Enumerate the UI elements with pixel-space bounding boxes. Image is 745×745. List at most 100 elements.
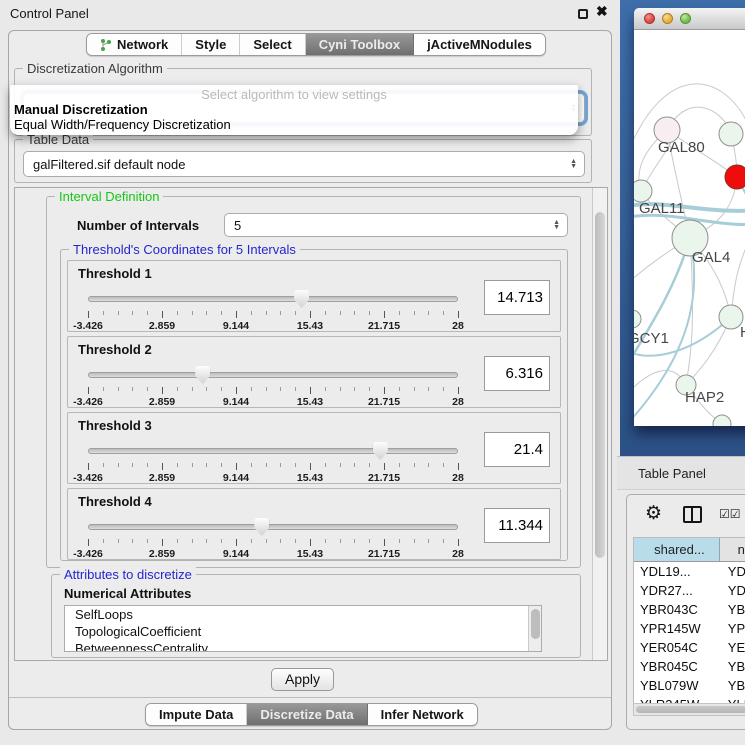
apply-button[interactable]: Apply	[271, 668, 334, 691]
slider-track[interactable]	[88, 448, 458, 454]
tick-mark	[132, 539, 133, 543]
number-of-intervals-select[interactable]: 5 ▲▼	[224, 213, 568, 237]
slider-thumb[interactable]	[254, 518, 269, 536]
tick-label: 21.715	[368, 396, 400, 408]
column-header-name[interactable]: na	[720, 538, 745, 561]
slider-track[interactable]	[88, 524, 458, 530]
network-canvas[interactable]: GAL80GACGAL11GAL4GCY1HHAP2	[634, 30, 745, 426]
numerical-attributes-label: Numerical Attributes	[64, 586, 191, 601]
attribute-item-betweennesscentrality[interactable]: BetweennessCentrality	[65, 640, 541, 652]
tick-mark	[354, 311, 355, 315]
network-node-label: GAL80	[658, 139, 705, 156]
float-window-icon[interactable]	[578, 9, 588, 19]
node-table[interactable]: shared... na YDL19...YDL1YDR27...YDR2YBR…	[633, 537, 745, 715]
attribute-item-topologicalcoefficient[interactable]: TopologicalCoefficient	[65, 623, 541, 640]
tab-style[interactable]: Style	[182, 34, 240, 55]
tick-mark	[340, 387, 341, 391]
table-row[interactable]: YBL079WYBL0	[634, 676, 745, 695]
slider-track[interactable]	[88, 372, 458, 378]
algorithm-option-equal-width[interactable]: Equal Width/Frequency Discretization	[10, 117, 578, 132]
tick-label: -3.426	[73, 548, 103, 560]
tick-mark	[103, 539, 104, 543]
scrollbar-thumb[interactable]	[636, 706, 745, 713]
slider-tick-labels: -3.4262.8599.14415.4321.71528	[88, 548, 458, 560]
table-row[interactable]: YBR043CYBR0	[634, 600, 745, 619]
tab-discretize-data[interactable]: Discretize Data	[247, 704, 367, 725]
attributes-scrollbar[interactable]	[528, 606, 541, 651]
tab-label: Style	[195, 37, 226, 52]
tick-mark	[147, 463, 148, 467]
slider-ticks	[88, 311, 458, 319]
column-header-shared-name[interactable]: shared...	[634, 538, 720, 561]
slider-ticks	[88, 463, 458, 471]
threshold-value-field[interactable]: 21.4	[484, 432, 550, 467]
threshold-slider[interactable]: -3.4262.8599.14415.4321.71528	[88, 519, 458, 559]
close-icon[interactable]: ✖	[596, 3, 608, 20]
network-window-titlebar[interactable]	[634, 8, 745, 30]
table-cell: YBR043C	[634, 600, 720, 619]
tab-network[interactable]: Network	[87, 34, 182, 55]
threshold-value-field[interactable]: 14.713	[484, 280, 550, 315]
threshold-label: Threshold 3	[78, 418, 152, 433]
interval-definition-group: Interval Definition Number of Intervals …	[46, 196, 581, 568]
table-cell: YDL19...	[634, 562, 720, 581]
threshold-value-field[interactable]: 6.316	[484, 356, 550, 391]
minimize-traffic-light-icon[interactable]	[662, 13, 673, 24]
tick-mark	[118, 539, 119, 543]
tick-mark	[369, 539, 370, 543]
network-node-ga[interactable]	[719, 122, 743, 146]
tab-infer-network[interactable]: Infer Network	[368, 704, 477, 725]
slider-thumb[interactable]	[195, 366, 210, 384]
table-row[interactable]: YBR045CYBR0	[634, 657, 745, 676]
tab-impute-data[interactable]: Impute Data	[146, 704, 247, 725]
table-horizontal-scrollbar[interactable]	[633, 703, 745, 716]
table-cell: YBR045C	[634, 657, 720, 676]
table-cell: YDR2	[720, 581, 745, 600]
tick-mark	[88, 311, 89, 318]
slider-thumb[interactable]	[373, 442, 388, 460]
network-node-c[interactable]	[725, 165, 745, 189]
tick-mark	[340, 463, 341, 467]
tick-mark	[206, 463, 207, 467]
tick-mark	[325, 387, 326, 391]
table-row[interactable]: YDL19...YDL1	[634, 562, 745, 581]
network-node[interactable]	[713, 415, 731, 426]
scrollbar-thumb[interactable]	[531, 609, 540, 639]
slider-tick-labels: -3.4262.8599.14415.4321.71528	[88, 396, 458, 408]
threshold-value-field[interactable]: 11.344	[484, 508, 550, 543]
close-traffic-light-icon[interactable]	[644, 13, 655, 24]
checkbox-icons[interactable]: ☑☑	[719, 507, 741, 521]
tab-cyni-toolbox[interactable]: Cyni Toolbox	[306, 34, 414, 55]
zoom-traffic-light-icon[interactable]	[680, 13, 691, 24]
threshold-slider[interactable]: -3.4262.8599.14415.4321.71528	[88, 443, 458, 483]
numerical-attributes-list[interactable]: SelfLoopsTopologicalCoefficientBetweenne…	[64, 605, 542, 652]
network-node-gal11[interactable]	[634, 180, 652, 202]
table-row[interactable]: YDR27...YDR2	[634, 581, 745, 600]
table-cell: YBR0	[720, 600, 745, 619]
tick-mark	[236, 463, 237, 470]
network-icon	[100, 38, 112, 52]
settings-scrollbar[interactable]	[592, 188, 607, 660]
scrollbar-thumb[interactable]	[595, 212, 605, 558]
algorithm-option-manual[interactable]: Manual Discretization	[10, 102, 578, 117]
tick-mark	[103, 463, 104, 467]
network-edge[interactable]	[731, 230, 745, 317]
tick-mark	[443, 463, 444, 467]
tick-mark	[458, 539, 459, 546]
gear-icon[interactable]: ⚙	[645, 502, 662, 525]
tab-select[interactable]: Select	[240, 34, 305, 55]
slider-thumb[interactable]	[294, 290, 309, 308]
split-columns-icon[interactable]	[683, 506, 702, 523]
attribute-item-selfloops[interactable]: SelfLoops	[65, 606, 541, 623]
threshold-slider[interactable]: -3.4262.8599.14415.4321.71528	[88, 291, 458, 331]
tick-mark	[103, 311, 104, 315]
tick-mark	[162, 387, 163, 394]
network-node-gcy1[interactable]	[634, 310, 641, 328]
threshold-slider[interactable]: -3.4262.8599.14415.4321.71528	[88, 367, 458, 407]
tab-jactivemnodules[interactable]: jActiveMNodules	[414, 34, 545, 55]
slider-track[interactable]	[88, 296, 458, 302]
network-node-label: GAL4	[692, 249, 730, 266]
table-row[interactable]: YPR145WYPR1	[634, 619, 745, 638]
table-row[interactable]: YER054CYER0	[634, 638, 745, 657]
table-data-select[interactable]: galFiltered.sif default node ▲▼	[23, 151, 585, 177]
